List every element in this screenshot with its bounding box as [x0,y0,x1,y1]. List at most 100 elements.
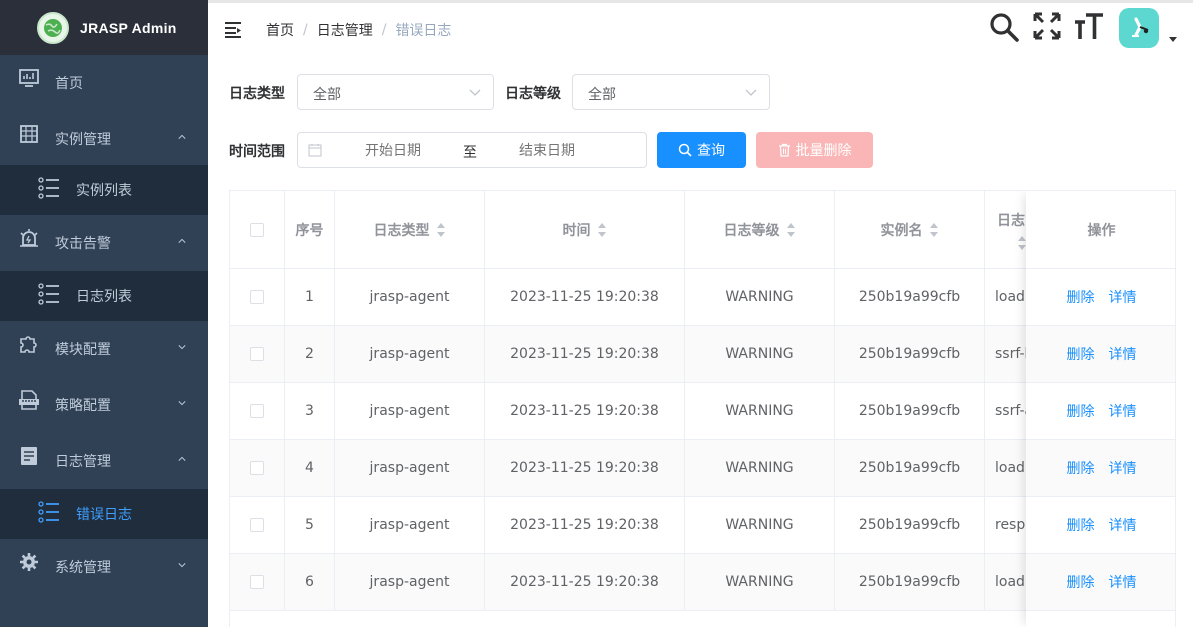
detail-link[interactable]: 详情 [1109,287,1137,307]
table-row[interactable]: 6 jrasp-agent 2023-11-25 19:20:38 WARNING 25… [230,554,1175,611]
font-size-icon[interactable] [1074,11,1104,41]
log-type-cell: jrasp-agent [335,554,485,610]
table-row[interactable]: 4 jrasp-agent 2023-11-25 19:20:38 WARNING 25… [230,440,1175,497]
detail-link[interactable]: 详情 [1109,572,1137,592]
log-level-cell: WARNING [685,554,835,610]
detail-link[interactable]: 详情 [1109,401,1137,421]
sidebar-subitem-instance-list[interactable]: 实例列表 [0,165,208,215]
sidebar-item-attack-alert[interactable]: 攻击告警 [0,215,208,271]
table-row[interactable]: 1 jrasp-agent 2023-11-25 19:20:38 WARNING 25… [230,269,1175,326]
sort-caret-icon[interactable] [929,222,939,237]
header-log-type[interactable]: 日志类型 [335,191,485,268]
time-cell: 2023-11-25 19:20:38 [485,326,685,382]
time-range-label: 时间范围 [229,144,285,160]
app-root: JRASP Admin 首页 实例管理 实例列表 攻击告警 日志列表 模块配置 … [0,0,1193,627]
table-row[interactable]: 5 jrasp-agent 2023-11-25 19:20:38 WARNING 25… [230,497,1175,554]
menu-fold-icon[interactable] [224,21,244,39]
select-cell [230,440,285,496]
sidebar-item-home[interactable]: 首页 [0,55,208,111]
log-level-value: 全部 [588,87,616,103]
sidebar: JRASP Admin 首页 实例管理 实例列表 攻击告警 日志列表 模块配置 … [0,0,208,627]
puzzle-icon [20,336,37,353]
log-type-cell: jrasp-agent [335,269,485,325]
row-checkbox[interactable] [250,575,264,589]
header-index: 序号 [285,191,335,268]
sidebar-item-module-config[interactable]: 模块配置 [0,321,208,377]
search-icon[interactable] [988,11,1020,43]
header-log-type-label: 日志类型 [373,222,430,239]
sort-caret-icon[interactable] [786,222,796,237]
batch-delete-button[interactable]: 批量删除 [756,132,873,168]
end-date-input[interactable] [519,142,619,158]
log-type-value: 全部 [313,87,341,103]
select-all-checkbox[interactable] [250,222,264,237]
delete-link[interactable]: 删除 [1067,515,1095,535]
detail-link[interactable]: 详情 [1109,515,1137,535]
header-instance-label: 实例名 [880,222,923,239]
header-time[interactable]: 时间 [485,191,685,268]
delete-link[interactable]: 删除 [1067,572,1095,592]
header-instance[interactable]: 实例名 [835,191,985,268]
chevron-up-icon [178,456,186,461]
delete-link[interactable]: 删除 [1067,344,1095,364]
chevron-down-icon [178,401,186,406]
row-checkbox[interactable] [250,290,264,304]
sidebar-item-policy-config[interactable]: 策略配置 [0,377,208,433]
index-cell: 1 [285,269,335,325]
actions-cell: 删除 详情 [1026,269,1175,325]
chevron-up-icon [178,134,186,139]
json-file-icon [19,390,39,410]
user-avatar[interactable] [1119,8,1159,48]
log-type-select[interactable]: 全部 [297,74,494,110]
log-type-cell: jrasp-agent [335,383,485,439]
row-checkbox[interactable] [250,404,264,418]
row-checkbox[interactable] [250,461,264,475]
sidebar-item-log-management[interactable]: 日志管理 [0,433,208,489]
detail-link[interactable]: 详情 [1109,458,1137,478]
top-navbar: 首页 / 日志管理 / 错误日志 [208,0,1193,57]
instance-cell: 250b19a99cfb [835,554,985,610]
index-cell: 5 [285,497,335,553]
actions-cell: 删除 详情 [1026,383,1175,439]
sidebar-item-label: 日志管理 [55,454,111,470]
delete-link[interactable]: 删除 [1067,401,1095,421]
instance-cell: 250b19a99cfb [835,326,985,382]
breadcrumb-log-management[interactable]: 日志管理 [317,20,373,40]
log-type-label: 日志类型 [229,86,285,102]
delete-link[interactable]: 删除 [1067,287,1095,307]
instance-cell: 250b19a99cfb [835,440,985,496]
select-cell [230,383,285,439]
sidebar-item-instance-management[interactable]: 实例管理 [0,111,208,167]
trash-icon [778,143,790,157]
logo-bar[interactable]: JRASP Admin [0,0,208,55]
table-row[interactable]: 2 jrasp-agent 2023-11-25 19:20:38 WARNING 25… [230,326,1175,383]
user-dropdown-caret-icon[interactable] [1169,37,1177,42]
detail-link[interactable]: 详情 [1109,344,1137,364]
query-button[interactable]: 查询 [657,132,746,168]
chevron-down-icon [469,89,481,96]
delete-link[interactable]: 删除 [1067,458,1095,478]
sidebar-subitem-log-list[interactable]: 日志列表 [0,271,208,321]
start-date-input[interactable] [365,142,465,158]
building-icon [20,125,38,143]
index-cell: 2 [285,326,335,382]
chevron-up-icon [178,238,186,243]
avatar-character-icon [1132,17,1149,37]
sidebar-item-system-management[interactable]: 系统管理 [0,539,208,595]
header-actions-label: 操作 [1087,222,1116,239]
log-level-select[interactable]: 全部 [572,74,770,110]
header-log-level[interactable]: 日志等级 [685,191,835,268]
sidebar-item-label: 模块配置 [55,342,111,358]
row-checkbox[interactable] [250,347,264,361]
sidebar-subitem-error-log[interactable]: 错误日志 [0,489,208,539]
sort-caret-icon[interactable] [436,222,446,237]
sort-caret-icon[interactable] [597,222,607,237]
date-range-picker[interactable]: 至 [297,132,647,168]
log-level-cell: WARNING [685,497,835,553]
actions-cell: 删除 详情 [1026,440,1175,496]
fullscreen-icon[interactable] [1032,11,1062,41]
breadcrumb-home[interactable]: 首页 [266,20,294,40]
instance-cell: 250b19a99cfb [835,383,985,439]
table-row[interactable]: 3 jrasp-agent 2023-11-25 19:20:38 WARNING 25… [230,383,1175,440]
row-checkbox[interactable] [250,518,264,532]
